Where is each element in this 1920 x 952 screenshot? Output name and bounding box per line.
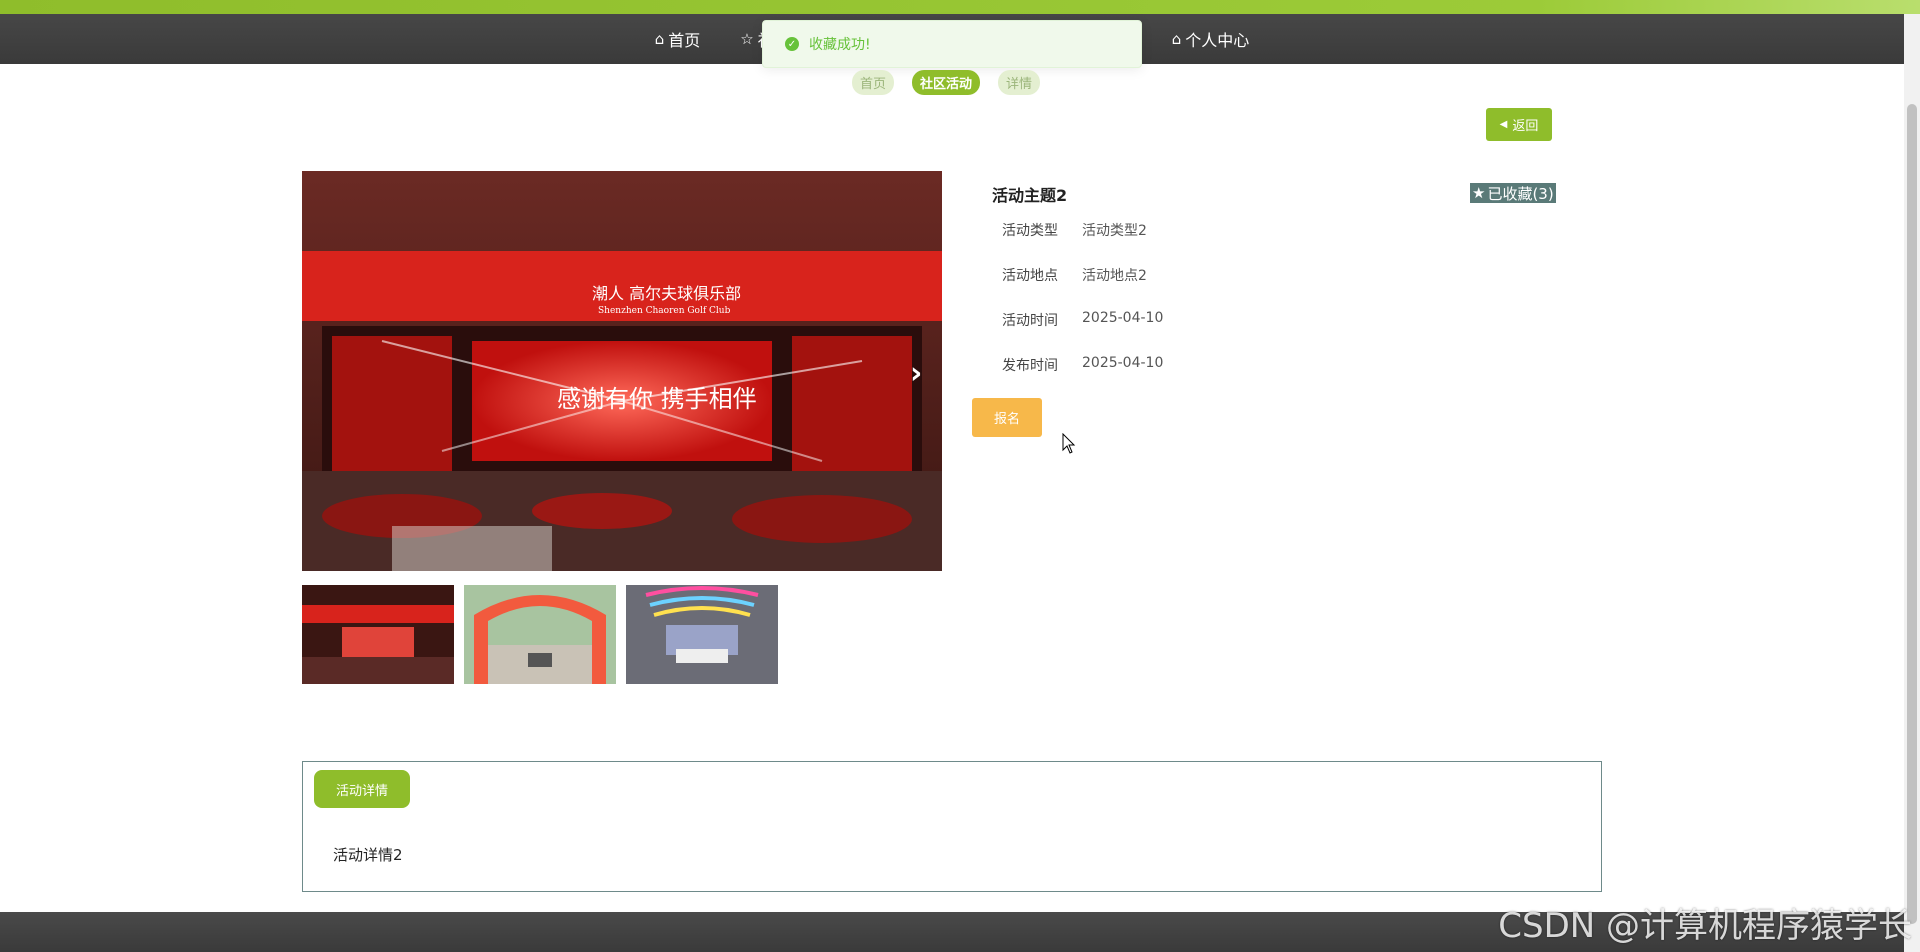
scroll-thumb[interactable] <box>1907 104 1917 924</box>
check-circle-icon: ✓ <box>785 37 799 51</box>
info-row-location: 活动地点 活动地点2 <box>1002 265 1147 285</box>
thumbnail-balloon-arch <box>464 585 616 684</box>
caret-left-icon: ◀ <box>1499 119 1508 130</box>
home-icon: ⌂ <box>1171 30 1182 48</box>
nav-item-home[interactable]: ⌂ 首页 <box>655 27 701 51</box>
nav-item-profile[interactable]: ⌂ 个人中心 <box>1172 27 1250 51</box>
breadcrumb-community-activity[interactable]: 社区活动 <box>912 70 981 95</box>
info-value: 2025-04-10 <box>1082 355 1164 371</box>
toast-text: 收藏成功! <box>809 37 871 53</box>
breadcrumb-detail: 详情 <box>998 70 1041 95</box>
signup-button[interactable]: 报名 <box>972 398 1042 437</box>
info-label: 活动类型 <box>1002 223 1058 239</box>
info-row-publish-time: 发布时间 2025-04-10 <box>1002 355 1163 375</box>
home-icon: ⌂ <box>654 30 665 48</box>
thumbnail-2[interactable] <box>464 585 616 684</box>
activity-title: 活动主题2 <box>992 186 1068 205</box>
activity-detail-panel: 活动详情 活动详情2 <box>302 761 1602 892</box>
favorite-button[interactable]: ★ 已收藏(3) <box>1470 183 1556 203</box>
banner-cn-text: 潮人 高尔夫球俱乐部 <box>592 284 741 303</box>
thumbnail-1[interactable] <box>302 585 454 684</box>
page-scrollbar[interactable] <box>1904 14 1920 952</box>
nav-label: 首页 <box>668 31 701 50</box>
star-icon: ☆ <box>740 30 754 48</box>
info-label: 活动地点 <box>1002 268 1058 284</box>
chevron-right-icon[interactable]: › <box>910 356 922 391</box>
activity-detail-content: 活动详情2 <box>333 846 403 864</box>
thumbnail-3[interactable] <box>626 585 778 684</box>
top-accent-strip <box>0 0 1920 14</box>
star-filled-icon: ★ <box>1472 184 1486 202</box>
stage-photo: 潮人 高尔夫球俱乐部 Shenzhen Chaoren Golf Club 感谢… <box>302 171 942 571</box>
back-button[interactable]: ◀ 返回 <box>1486 108 1552 141</box>
breadcrumb-home[interactable]: 首页 <box>852 70 895 95</box>
info-value: 活动类型2 <box>1082 223 1147 239</box>
info-value: 2025-04-10 <box>1082 310 1164 326</box>
watermark-text: CSDN @计算机程序猿学长 <box>1498 906 1912 946</box>
activity-main-image: 潮人 高尔夫球俱乐部 Shenzhen Chaoren Golf Club 感谢… <box>302 171 942 571</box>
info-label: 发布时间 <box>1002 358 1058 374</box>
screen-text: 感谢有你 携手相伴 <box>557 385 757 413</box>
info-row-type: 活动类型 活动类型2 <box>1002 220 1147 240</box>
info-label: 活动时间 <box>1002 313 1058 329</box>
banner-en-text: Shenzhen Chaoren Golf Club <box>598 306 731 316</box>
mouse-cursor-icon <box>1062 433 1076 454</box>
info-value: 活动地点2 <box>1082 268 1147 284</box>
tab-activity-detail[interactable]: 活动详情 <box>314 770 410 808</box>
info-row-time: 活动时间 2025-04-10 <box>1002 310 1163 330</box>
favorite-label: 已收藏(3) <box>1487 184 1554 203</box>
thumbnail-stage <box>302 585 454 684</box>
success-toast: ✓ 收藏成功! <box>762 20 1142 68</box>
back-label: 返回 <box>1512 119 1539 134</box>
nav-label: 个人中心 <box>1185 31 1250 50</box>
breadcrumb: 首页 社区活动 详情 <box>852 70 1041 95</box>
thumbnail-car-stage <box>626 585 778 684</box>
